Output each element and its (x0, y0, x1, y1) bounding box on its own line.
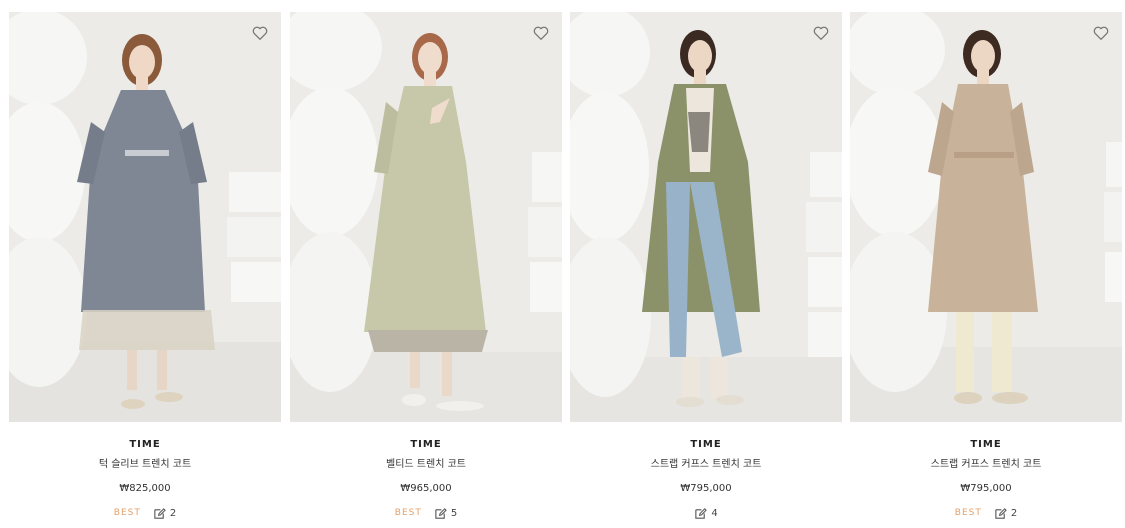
product-photo[interactable] (290, 12, 562, 422)
edit-icon (154, 507, 166, 519)
product-info: TIME 벨티드 트렌치 코트 ₩965,000 BEST 5 (290, 439, 562, 520)
review-link[interactable]: 2 (994, 507, 1017, 520)
best-badge: BEST (113, 508, 141, 518)
product-name[interactable]: 벨티드 트렌치 코트 (290, 459, 562, 471)
model-illustration (570, 12, 842, 422)
heart-icon[interactable] (812, 24, 830, 42)
product-brand: TIME (690, 439, 722, 450)
product-meta: BEST 2 (850, 506, 1122, 520)
product-info: TIME 스트랩 커프스 트렌치 코트 ₩795,000 4 (570, 439, 842, 520)
edit-icon (695, 507, 708, 519)
product-name[interactable]: 턱 슬리브 트렌치 코트 (9, 459, 281, 471)
product-meta: BEST 5 (290, 506, 562, 520)
heart-icon[interactable] (1092, 24, 1110, 42)
review-count: 2 (169, 507, 177, 519)
product-card[interactable]: TIME 스트랩 커프스 트렌치 코트 ₩795,000 BEST 2 (850, 12, 1122, 522)
heart-icon[interactable] (532, 24, 550, 42)
product-card[interactable]: TIME 벨티드 트렌치 코트 ₩965,000 BEST 5 (290, 12, 562, 522)
product-price: ₩795,000 (680, 483, 732, 494)
product-price: ₩825,000 (119, 483, 171, 494)
edit-icon (435, 507, 447, 519)
heart-icon[interactable] (251, 24, 269, 42)
product-card[interactable]: TIME 스트랩 커프스 트렌치 코트 ₩795,000 4 (570, 12, 842, 522)
product-photo[interactable] (9, 12, 281, 422)
product-price: ₩795,000 (960, 483, 1012, 494)
product-price: ₩965,000 (400, 483, 452, 494)
review-count: 5 (450, 507, 458, 519)
review-link[interactable]: 5 (434, 507, 457, 520)
review-count: 4 (711, 507, 718, 519)
product-photo[interactable] (850, 12, 1122, 422)
review-link[interactable]: 2 (153, 507, 176, 520)
edit-icon (995, 507, 1007, 519)
model-illustration (290, 12, 562, 422)
product-grid: TIME 턱 슬리브 트렌치 코트 ₩825,000 BEST 2 TIME 벨… (0, 0, 1125, 528)
product-name[interactable]: 스트랩 커프스 트렌치 코트 (570, 459, 842, 471)
model-illustration (9, 12, 281, 422)
product-card[interactable]: TIME 턱 슬리브 트렌치 코트 ₩825,000 BEST 2 (9, 12, 281, 522)
review-count: 2 (1010, 507, 1018, 519)
model-illustration (850, 12, 1122, 422)
product-brand: TIME (129, 439, 161, 450)
product-brand: TIME (410, 439, 442, 450)
best-badge: BEST (954, 508, 982, 518)
product-name[interactable]: 스트랩 커프스 트렌치 코트 (850, 459, 1122, 471)
product-info: TIME 턱 슬리브 트렌치 코트 ₩825,000 BEST 2 (9, 439, 281, 520)
best-badge: BEST (394, 508, 422, 518)
product-meta: BEST 2 (9, 506, 281, 520)
product-info: TIME 스트랩 커프스 트렌치 코트 ₩795,000 BEST 2 (850, 439, 1122, 520)
product-brand: TIME (970, 439, 1002, 450)
review-link[interactable]: 4 (694, 507, 718, 520)
product-photo[interactable] (570, 12, 842, 422)
product-meta: 4 (570, 506, 842, 520)
